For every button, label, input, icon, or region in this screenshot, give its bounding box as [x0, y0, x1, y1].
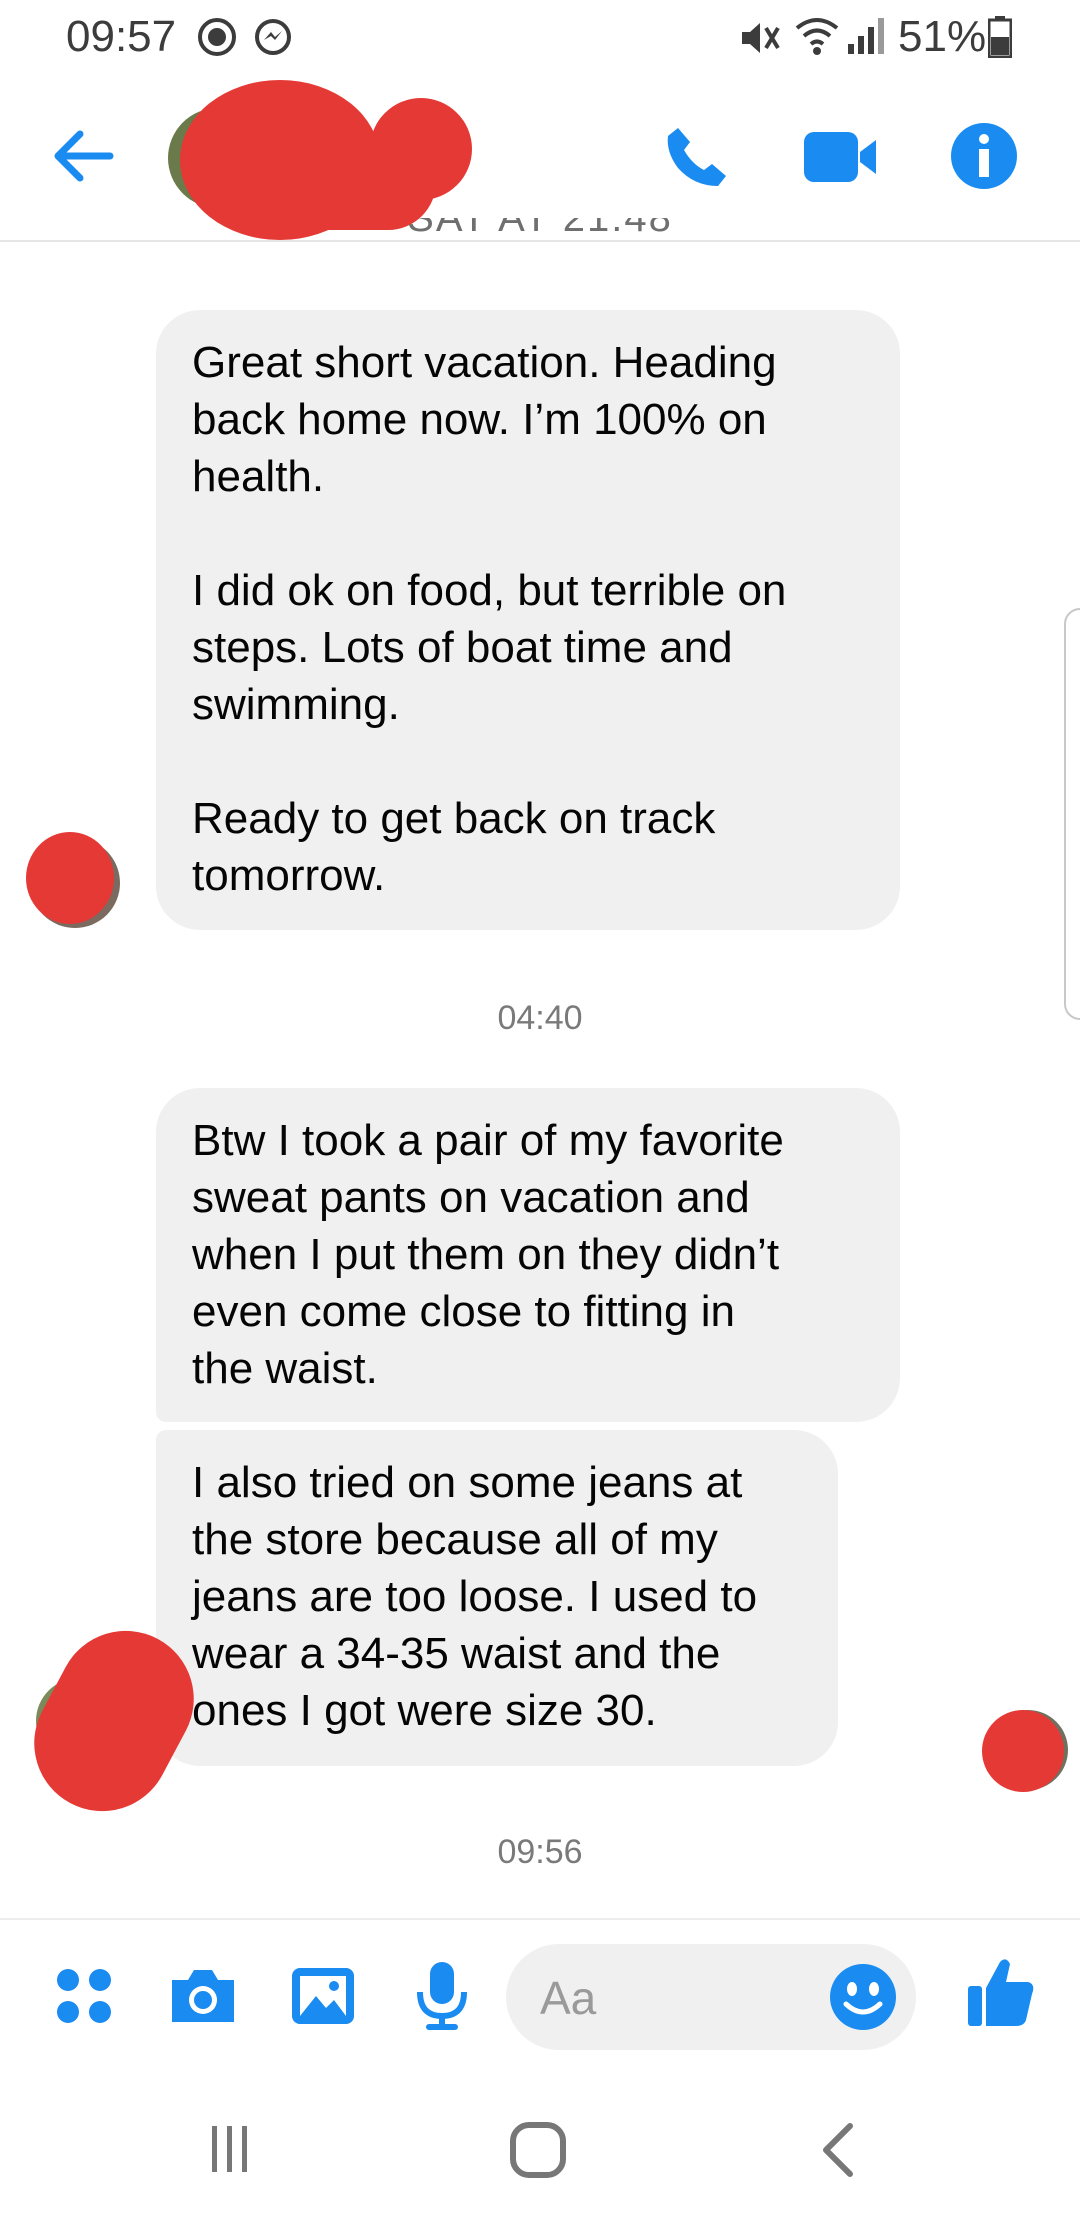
redaction-mark [982, 1710, 1064, 1792]
alarm-icon [196, 16, 238, 58]
battery-percent: 51% [898, 12, 987, 61]
message-timestamp: 09:56 [497, 1833, 583, 1871]
cut-off-timestamp: SAT AT 21:48 [407, 218, 673, 240]
info-icon[interactable] [950, 122, 1018, 190]
more-dots-icon[interactable] [54, 1966, 114, 2026]
redaction-mark [370, 98, 472, 200]
message-bubble[interactable]: Btw I took a pair of my favorite sweat p… [156, 1088, 900, 1422]
message-timestamp: 04:40 [497, 999, 583, 1037]
messenger-notification-icon [252, 16, 294, 58]
back-arrow-icon[interactable] [50, 126, 116, 186]
composer-divider [0, 1918, 1080, 1920]
mute-icon [738, 18, 782, 58]
camera-icon[interactable] [168, 1966, 238, 2026]
home-icon[interactable] [508, 2120, 568, 2180]
back-icon[interactable] [818, 2122, 858, 2178]
status-time: 09:57 [66, 12, 177, 61]
microphone-icon[interactable] [416, 1960, 468, 2032]
emoji-icon[interactable] [828, 1962, 898, 2032]
gallery-icon[interactable] [290, 1966, 356, 2026]
recent-apps-icon[interactable] [208, 2124, 252, 2174]
wifi-icon [794, 14, 840, 58]
signal-icon [846, 16, 886, 56]
message-bubble[interactable]: Great short vacation. Heading back home … [156, 310, 900, 930]
system-nav-bar [0, 2080, 1080, 2220]
phone-icon[interactable] [664, 124, 730, 190]
battery-icon [987, 16, 1013, 59]
edge-panel-handle[interactable] [1064, 608, 1080, 1020]
message-input-placeholder: Aa [540, 1972, 597, 2024]
message-bubble[interactable]: I also tried on some jeans at the store … [156, 1430, 838, 1766]
thumbs-up-icon[interactable] [966, 1956, 1036, 2028]
video-icon[interactable] [802, 128, 878, 186]
conversation-header [0, 74, 1080, 242]
redaction-mark [26, 832, 114, 924]
